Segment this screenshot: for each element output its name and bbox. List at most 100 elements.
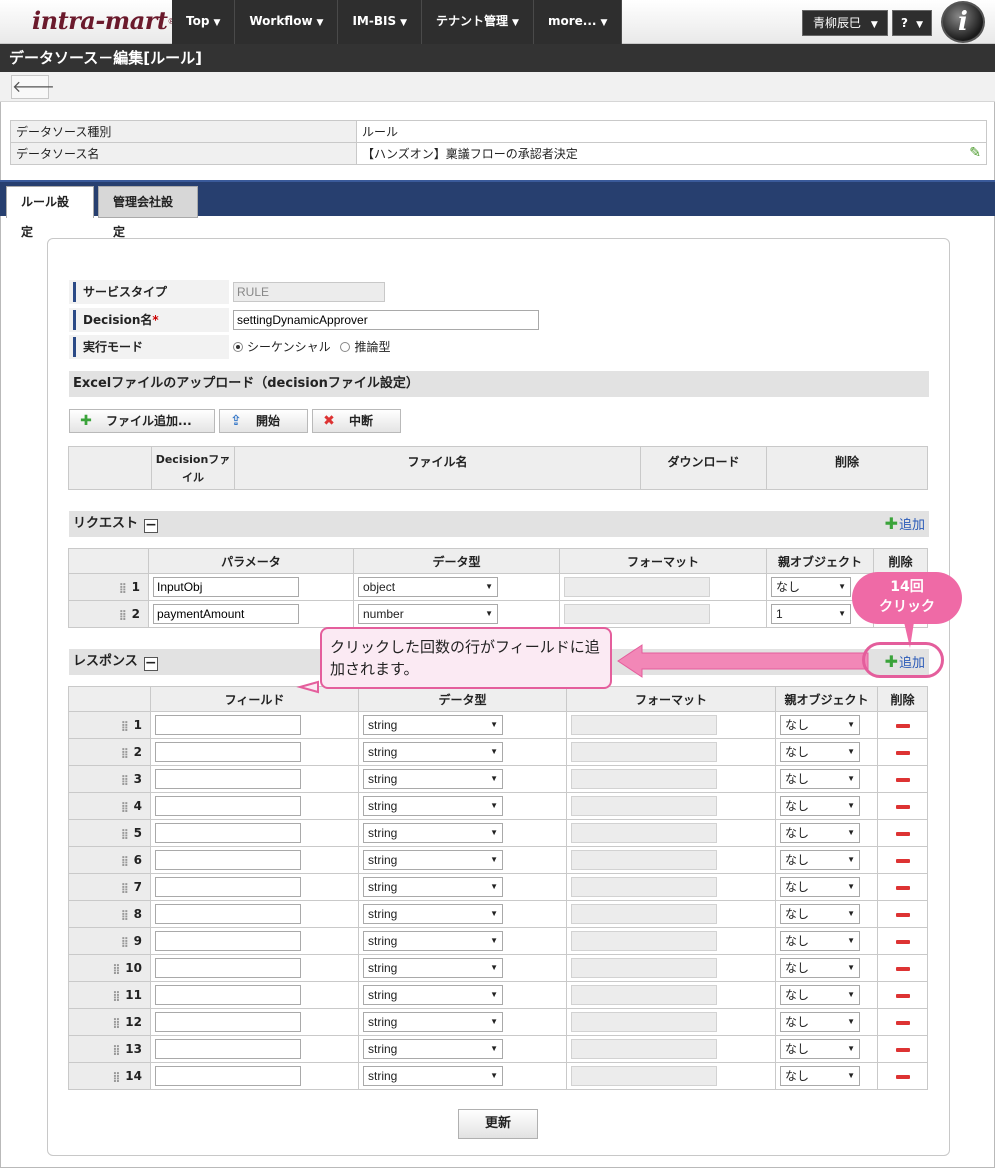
add-request-row-link[interactable]: ✚追加 (885, 511, 925, 539)
minus-delete-icon[interactable] (895, 777, 910, 782)
drag-handle-icon[interactable]: ⣿ (121, 883, 129, 894)
parent-object-select[interactable]: なし ▼ (780, 742, 860, 762)
row-number-cell[interactable]: ⣿ 5 (68, 819, 151, 847)
parent-object-select[interactable]: なし ▼ (780, 1066, 860, 1086)
parent-object-select[interactable]: なし ▼ (780, 1039, 860, 1059)
field-input[interactable] (155, 958, 301, 978)
row-number-cell[interactable]: ⣿ 2 (68, 600, 149, 628)
parent-object-select[interactable]: 1 ▼ (771, 604, 851, 624)
data-type-select[interactable]: string ▼ (363, 1039, 503, 1059)
cancel-upload-button[interactable]: ✖ 中断 (312, 409, 401, 433)
parent-object-select[interactable]: なし ▼ (780, 796, 860, 816)
intra-mart-logo[interactable]: intra-mart® (32, 6, 175, 38)
parent-object-select[interactable]: なし ▼ (780, 850, 860, 870)
field-input[interactable] (155, 823, 301, 843)
minus-delete-icon[interactable] (895, 912, 910, 917)
minus-delete-icon[interactable] (895, 885, 910, 890)
menu-workflow[interactable]: Workflow ▼ (235, 0, 339, 44)
minus-delete-icon[interactable] (895, 966, 910, 971)
field-input[interactable] (155, 769, 301, 789)
data-type-select[interactable]: string ▼ (363, 958, 503, 978)
parent-object-select[interactable]: なし ▼ (780, 931, 860, 951)
field-input[interactable] (155, 1039, 301, 1059)
drag-handle-icon[interactable]: ⣿ (121, 802, 129, 813)
radio-sequential[interactable] (233, 342, 243, 352)
field-input[interactable] (155, 1012, 301, 1032)
minus-delete-icon[interactable] (895, 858, 910, 863)
drag-handle-icon[interactable]: ⣿ (112, 1045, 120, 1056)
parent-object-select[interactable]: なし ▼ (771, 577, 851, 597)
parameter-input[interactable] (153, 604, 299, 624)
parent-object-select[interactable]: なし ▼ (780, 715, 860, 735)
drag-handle-icon[interactable]: ⣿ (119, 583, 127, 594)
parent-object-select[interactable]: なし ▼ (780, 877, 860, 897)
row-number-cell[interactable]: ⣿ 1 (68, 711, 151, 739)
tab-company-settings[interactable]: 管理会社設定 (98, 186, 198, 239)
row-number-cell[interactable]: ⣿ 13 (68, 1035, 151, 1063)
drag-handle-icon[interactable]: ⣿ (121, 937, 129, 948)
drag-handle-icon[interactable]: ⣿ (121, 910, 129, 921)
collapse-request-button[interactable]: − (144, 518, 159, 533)
drag-handle-icon[interactable]: ⣿ (112, 991, 120, 1002)
drag-handle-icon[interactable]: ⣿ (119, 610, 127, 621)
drag-handle-icon[interactable]: ⣿ (121, 748, 129, 759)
radio-inference[interactable] (340, 342, 351, 352)
pencil-edit-icon[interactable]: ✎ (969, 145, 981, 161)
parent-object-select[interactable]: なし ▼ (780, 958, 860, 978)
row-number-cell[interactable]: ⣿ 12 (68, 1008, 151, 1036)
collapse-response-button[interactable]: − (143, 656, 158, 671)
field-input[interactable] (155, 742, 301, 762)
menu-more[interactable]: more... ▼ (533, 0, 623, 44)
menu-im-bis[interactable]: IM-BIS ▼ (338, 0, 423, 44)
data-type-select[interactable]: string ▼ (363, 904, 503, 924)
drag-handle-icon[interactable]: ⣿ (112, 1018, 120, 1029)
minus-delete-icon[interactable] (895, 804, 910, 809)
back-button[interactable]: 🡐 (11, 75, 55, 99)
data-type-select[interactable]: string ▼ (363, 769, 503, 789)
parent-object-select[interactable]: なし ▼ (780, 1012, 860, 1032)
drag-handle-icon[interactable]: ⣿ (121, 829, 129, 840)
drag-handle-icon[interactable]: ⣿ (112, 1072, 120, 1083)
field-input[interactable] (155, 877, 301, 897)
menu-tenant[interactable]: テナント管理 ▼ (422, 0, 534, 44)
minus-delete-icon[interactable] (895, 1020, 910, 1025)
data-type-select[interactable]: string ▼ (363, 823, 503, 843)
field-input[interactable] (155, 931, 301, 951)
minus-delete-icon[interactable] (895, 831, 910, 836)
field-input[interactable] (155, 985, 301, 1005)
drag-handle-icon[interactable]: ⣿ (121, 856, 129, 867)
row-number-cell[interactable]: ⣿ 8 (68, 900, 151, 928)
data-type-select[interactable]: string ▼ (363, 877, 503, 897)
menu-top[interactable]: Top ▼ (172, 0, 236, 44)
intra-mart-i-icon[interactable]: i (941, 1, 985, 43)
row-number-cell[interactable]: ⣿ 3 (68, 765, 151, 793)
field-input[interactable] (155, 715, 301, 735)
minus-delete-icon[interactable] (895, 939, 910, 944)
data-type-select[interactable]: string ▼ (363, 1012, 503, 1032)
data-type-select[interactable]: string ▼ (363, 715, 503, 735)
minus-delete-icon[interactable] (895, 993, 910, 998)
field-input[interactable] (155, 904, 301, 924)
data-type-select[interactable]: string ▼ (363, 742, 503, 762)
field-input[interactable] (155, 1066, 301, 1086)
parent-object-select[interactable]: なし ▼ (780, 823, 860, 843)
data-type-select[interactable]: number ▼ (358, 604, 498, 624)
data-type-select[interactable]: string ▼ (363, 850, 503, 870)
help-menu-button[interactable]: ? ▼ (892, 10, 932, 36)
row-number-cell[interactable]: ⣿ 14 (68, 1062, 151, 1090)
tab-rule-settings[interactable]: ルール設定 (6, 186, 94, 239)
data-type-select[interactable]: string ▼ (363, 985, 503, 1005)
row-number-cell[interactable]: ⣿ 9 (68, 927, 151, 955)
parameter-input[interactable] (153, 577, 299, 597)
decision-name-input[interactable] (233, 310, 539, 330)
row-number-cell[interactable]: ⣿ 10 (68, 954, 151, 982)
minus-delete-icon[interactable] (895, 750, 910, 755)
row-number-cell[interactable]: ⣿ 6 (68, 846, 151, 874)
data-type-select[interactable]: string ▼ (363, 796, 503, 816)
data-type-select[interactable]: object ▼ (358, 577, 498, 597)
minus-delete-icon[interactable] (895, 1047, 910, 1052)
field-input[interactable] (155, 796, 301, 816)
field-input[interactable] (155, 850, 301, 870)
data-type-select[interactable]: string ▼ (363, 1066, 503, 1086)
parent-object-select[interactable]: なし ▼ (780, 904, 860, 924)
